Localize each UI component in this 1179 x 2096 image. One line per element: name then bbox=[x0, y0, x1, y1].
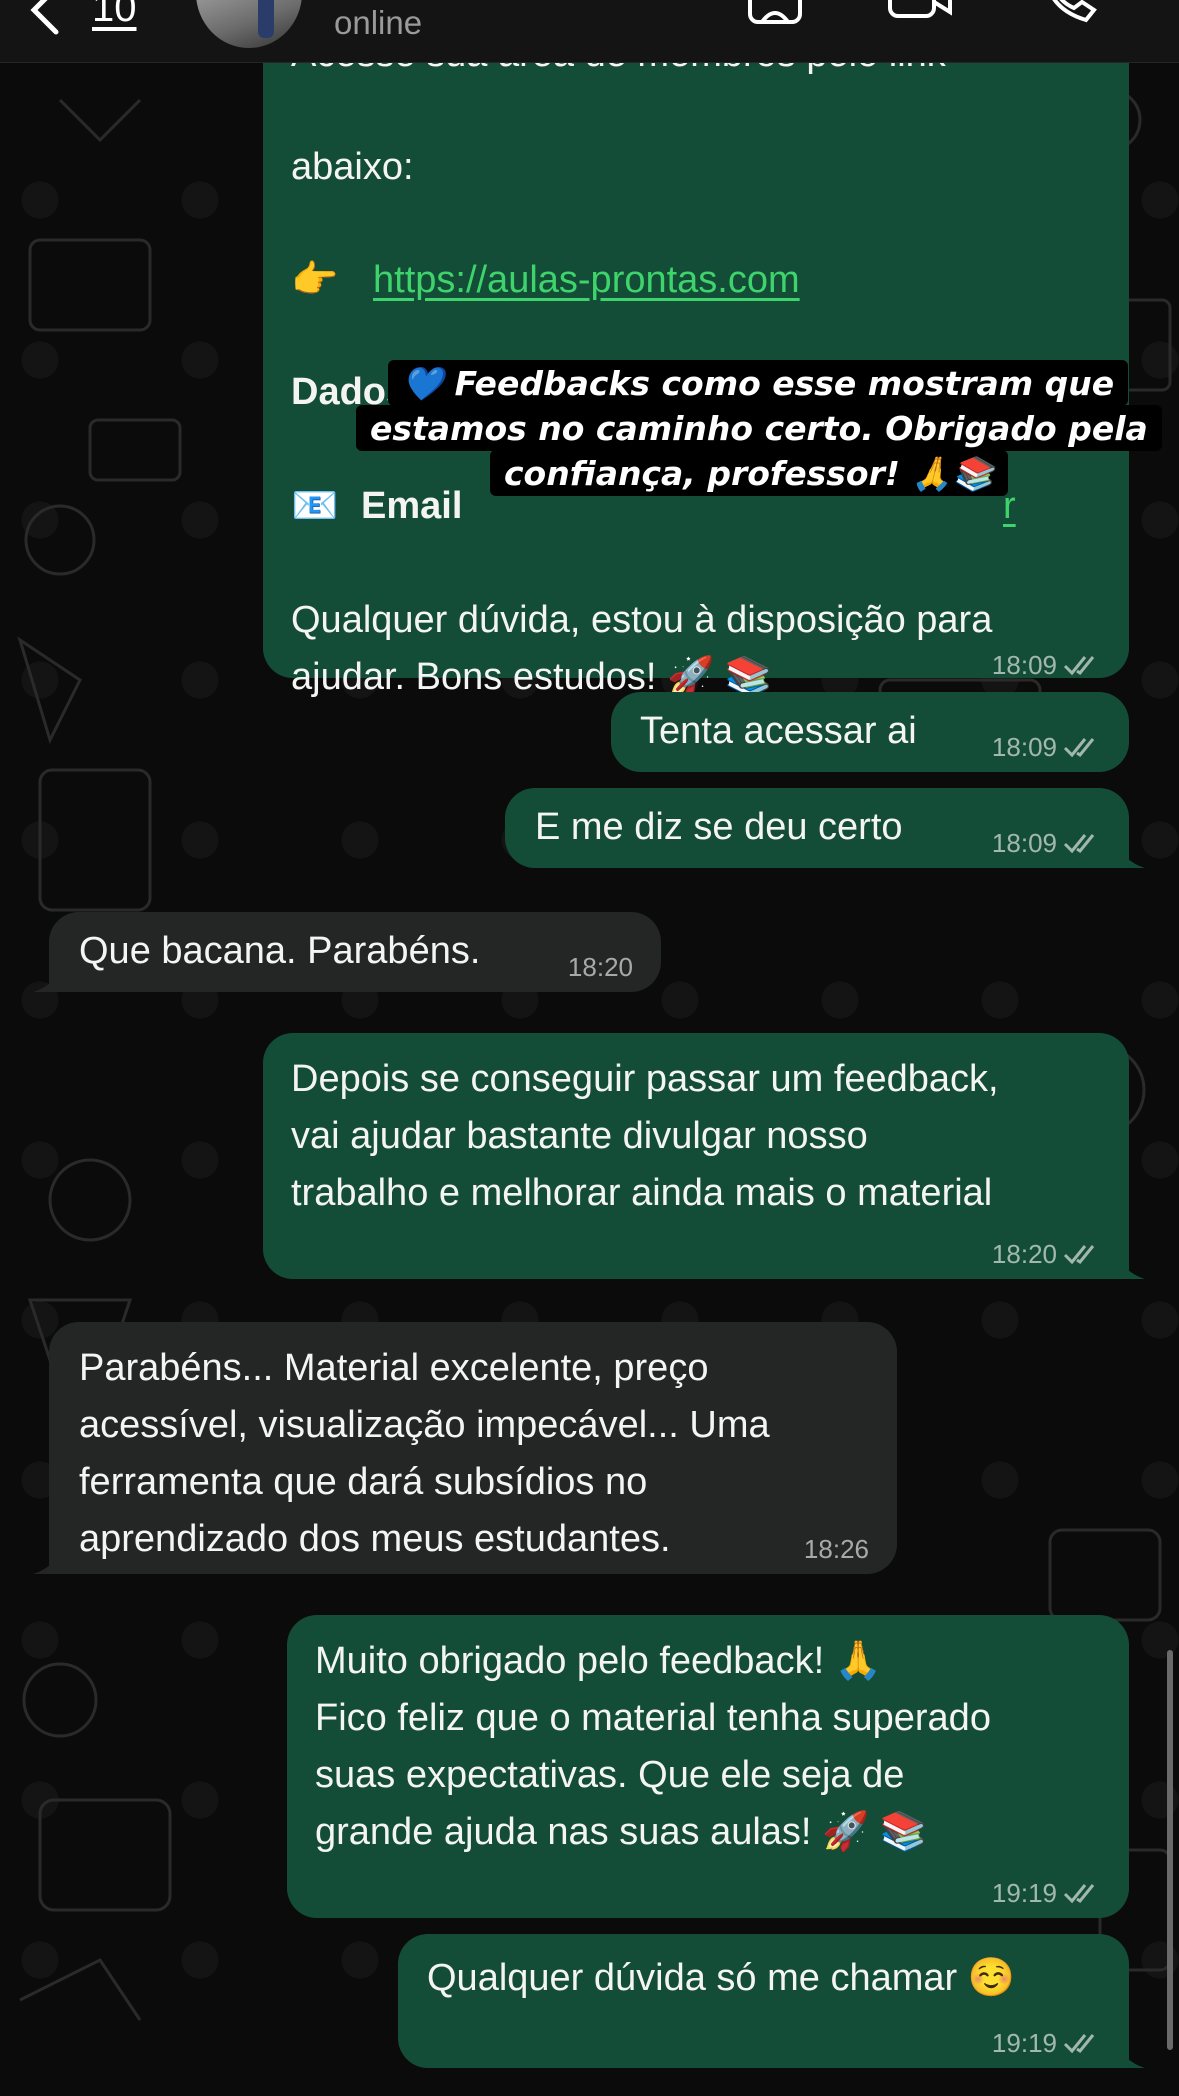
contact-icon[interactable] bbox=[746, 0, 810, 26]
message-time: 18:09 bbox=[991, 732, 1057, 762]
contact-status: online bbox=[334, 4, 423, 41]
message-text: acessível, visualização impecável... Uma bbox=[79, 1404, 770, 1446]
video-call-icon[interactable] bbox=[888, 0, 952, 26]
message-time: 19:19 bbox=[991, 1878, 1057, 1908]
caption-line: estamos no caminho certo. Obrigado pela bbox=[356, 405, 1162, 451]
message-time: 18:20 bbox=[991, 1239, 1057, 1269]
message-text: E me diz se deu certo bbox=[535, 806, 903, 848]
message-text: Parabéns... Material excelente, preço bbox=[79, 1347, 709, 1389]
double-check-icon bbox=[1063, 1245, 1095, 1265]
message-text: trabalho e melhorar ainda mais o materia… bbox=[291, 1172, 993, 1214]
message-text: grande ajuda nas suas aulas! 🚀 📚 bbox=[315, 1811, 928, 1853]
caption-line: confiança, professor! 🙏📚 bbox=[490, 450, 1008, 496]
message-text: Qualquer dúvida só me chamar ☺️ bbox=[427, 1957, 1016, 1999]
double-check-icon bbox=[1063, 656, 1095, 676]
pointing-hand-icon: 👉 bbox=[291, 259, 339, 301]
message-text: Tenta acessar ai bbox=[640, 710, 917, 752]
scrollbar[interactable] bbox=[1167, 1650, 1173, 2050]
message-text: aprendizado dos meus estudantes. bbox=[79, 1518, 671, 1560]
message-bubble-outgoing[interactable]: Acesse sua área de membros pelo link aba… bbox=[263, 33, 1129, 698]
message-text: Qualquer dúvida, estou à disposição para bbox=[291, 599, 993, 641]
unread-count-badge[interactable]: 10 bbox=[92, 0, 137, 31]
message-text: suas expectativas. Que ele seja de bbox=[315, 1754, 905, 1796]
message-bubble-outgoing[interactable]: Tenta acessar ai 18:09 bbox=[611, 692, 1129, 772]
message-text: Muito obrigado pelo feedback! 🙏 bbox=[315, 1640, 882, 1682]
message-text: Que bacana. Parabéns. bbox=[79, 930, 481, 972]
message-text: vai ajudar bastante divulgar nosso bbox=[291, 1115, 868, 1157]
message-bubble-outgoing[interactable]: Qualquer dúvida só me chamar ☺️ 19:19 bbox=[398, 1934, 1145, 2068]
message-time: 18:20 bbox=[567, 952, 633, 982]
message-time: 18:09 bbox=[991, 828, 1057, 858]
message-text: abaixo: bbox=[291, 146, 414, 188]
email-icon: 📧 bbox=[291, 485, 339, 527]
members-area-link[interactable]: https://aulas-prontas.com bbox=[373, 252, 800, 309]
message-bubble-outgoing[interactable]: E me diz se deu certo 18:09 bbox=[505, 788, 1145, 868]
phone-icon[interactable] bbox=[1040, 0, 1104, 26]
message-time: 18:09 bbox=[991, 650, 1057, 680]
email-label: Email bbox=[361, 485, 463, 527]
avatar[interactable] bbox=[196, 0, 302, 48]
caption-line: 💙 Feedbacks como esse mostram que bbox=[388, 360, 1129, 406]
message-text: Depois se conseguir passar um feedback, bbox=[291, 1058, 999, 1100]
double-check-icon bbox=[1063, 834, 1095, 854]
message-bubble-outgoing[interactable]: Depois se conseguir passar um feedback, … bbox=[263, 1033, 1145, 1279]
chat-header: 10 online bbox=[0, 0, 1179, 63]
message-bubble-incoming[interactable]: Parabéns... Material excelente, preço ac… bbox=[33, 1322, 897, 1574]
message-text: Fico feliz que o material tenha superado bbox=[315, 1697, 991, 1739]
message-time: 19:19 bbox=[991, 2028, 1057, 2058]
double-check-icon bbox=[1063, 1884, 1095, 1904]
back-icon[interactable] bbox=[20, 0, 70, 36]
double-check-icon bbox=[1063, 2034, 1095, 2054]
message-bubble-outgoing[interactable]: Muito obrigado pelo feedback! 🙏 Fico fel… bbox=[287, 1615, 1129, 1918]
message-bubble-incoming[interactable]: Que bacana. Parabéns. 18:20 bbox=[33, 912, 661, 992]
double-check-icon bbox=[1063, 738, 1095, 758]
message-time: 18:26 bbox=[803, 1534, 869, 1564]
message-text: ferramenta que dará subsídios no bbox=[79, 1461, 648, 1503]
